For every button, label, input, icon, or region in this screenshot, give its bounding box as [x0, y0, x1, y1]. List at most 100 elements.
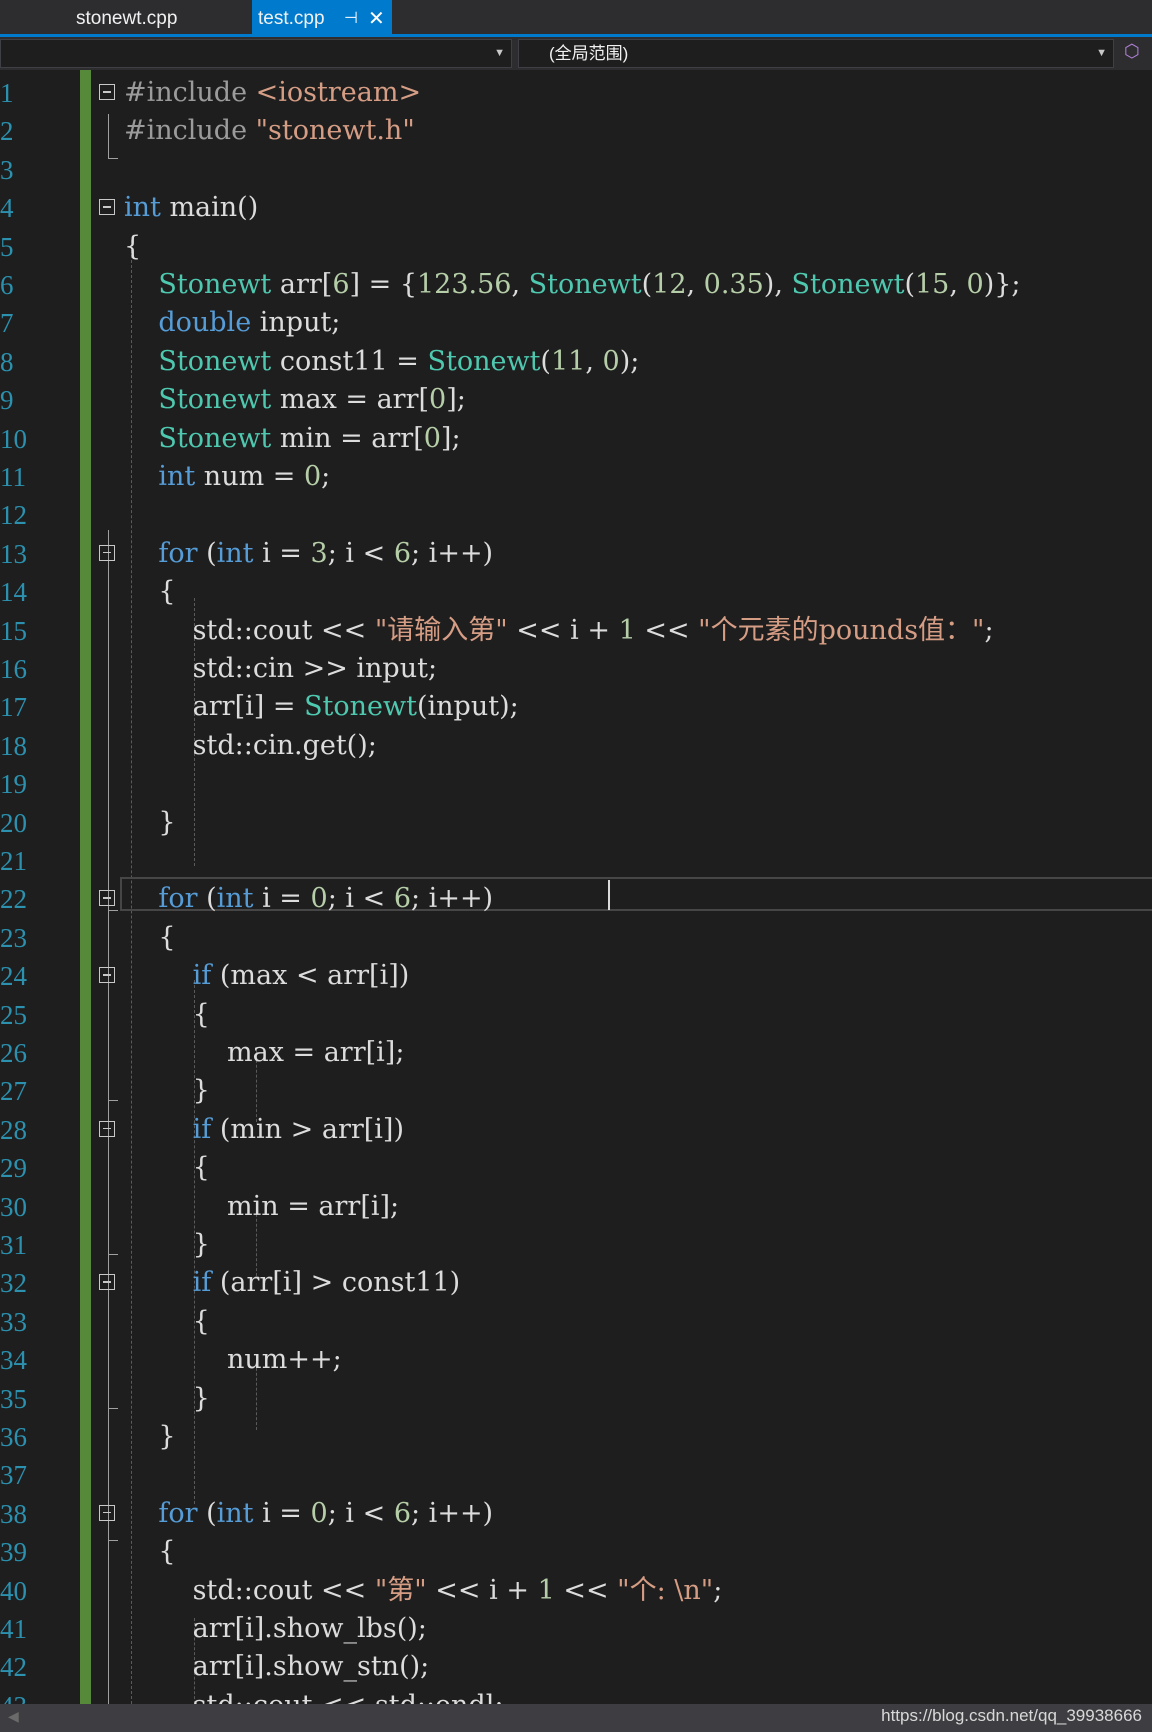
line-number: 40: [0, 1575, 27, 1606]
code-line[interactable]: 28 if (min > arr[i]): [0, 1111, 1152, 1149]
code-token: ; i++): [411, 537, 494, 569]
code-token: const11 =: [271, 345, 428, 377]
code-token: Stonewt: [528, 269, 642, 300]
code-line[interactable]: 17 arr[i] = Stonewt(input);: [0, 688, 1152, 726]
collapse-icon[interactable]: [99, 544, 115, 561]
code-text: Stonewt max = arr[0];: [124, 381, 466, 419]
line-number: 25: [0, 999, 27, 1030]
code-line[interactable]: 21: [0, 842, 1152, 880]
line-number: 15: [0, 615, 27, 646]
code-line[interactable]: 9 Stonewt max = arr[0];: [0, 381, 1152, 419]
code-line[interactable]: 39 {: [0, 1533, 1152, 1571]
member-cube-icon[interactable]: ⬡: [1124, 41, 1140, 62]
code-line[interactable]: 10 Stonewt min = arr[0];: [0, 420, 1152, 458]
code-line[interactable]: 7 double input;: [0, 304, 1152, 342]
code-line[interactable]: 5{: [0, 228, 1152, 266]
code-line[interactable]: 20 }: [0, 804, 1152, 842]
code-token: }: [124, 806, 176, 838]
code-token: Stonewt: [158, 269, 272, 300]
code-token: }: [124, 1229, 210, 1260]
line-number: 35: [0, 1383, 27, 1414]
code-line[interactable]: 33 {: [0, 1303, 1152, 1341]
line-number: 4: [0, 193, 14, 224]
code-line[interactable]: 27 }: [0, 1072, 1152, 1110]
code-line[interactable]: 40 std::cout << "第" << i + 1 << "个: \n";: [0, 1572, 1152, 1610]
code-token: ] = {: [349, 269, 418, 300]
code-text: Stonewt arr[6] = {123.56, Stonewt(12, 0.…: [124, 266, 1021, 304]
code-line[interactable]: 8 Stonewt const11 = Stonewt(11, 0);: [0, 343, 1152, 381]
tab-strip: stonewt.cpp test.cpp ⊣ ✕: [0, 0, 1152, 37]
code-line[interactable]: 42 arr[i].show_stn();: [0, 1648, 1152, 1686]
code-line[interactable]: 22 for (int i = 0; i < 6; i++): [0, 880, 1152, 918]
code-line[interactable]: 26 max = arr[i];: [0, 1034, 1152, 1072]
collapse-icon[interactable]: [99, 1274, 115, 1291]
close-icon[interactable]: ✕: [368, 0, 385, 38]
code-token: int: [124, 192, 161, 224]
code-text: std::cin >> input;: [124, 650, 437, 688]
code-token: (max < arr[i]): [211, 960, 410, 992]
code-token: arr[: [271, 269, 333, 300]
code-line[interactable]: 35 }: [0, 1380, 1152, 1418]
code-token: ; i++): [411, 1497, 494, 1529]
collapse-icon[interactable]: [99, 967, 115, 984]
code-line[interactable]: 41 arr[i].show_lbs();: [0, 1610, 1152, 1648]
collapse-icon[interactable]: [99, 1120, 115, 1137]
code-token: ),: [763, 269, 792, 300]
tab-stonewt-cpp[interactable]: stonewt.cpp: [76, 0, 246, 34]
code-line[interactable]: 3: [0, 151, 1152, 189]
code-line[interactable]: 14 {: [0, 573, 1152, 611]
code-line[interactable]: 36 }: [0, 1418, 1152, 1456]
code-line[interactable]: 34 num++;: [0, 1341, 1152, 1379]
code-line[interactable]: 32 if (arr[i] > const11): [0, 1264, 1152, 1302]
code-line[interactable]: 6 Stonewt arr[6] = {123.56, Stonewt(12, …: [0, 266, 1152, 304]
code-token: (: [540, 345, 551, 377]
code-token: max = arr[i];: [124, 1037, 405, 1068]
code-line[interactable]: 12: [0, 496, 1152, 534]
code-line[interactable]: 13 for (int i = 3; i < 6; i++): [0, 535, 1152, 573]
code-token: (min > arr[i]): [211, 1113, 404, 1145]
code-token: 0: [602, 345, 620, 377]
code-token: 6: [393, 537, 411, 569]
code-line[interactable]: 11 int num = 0;: [0, 458, 1152, 496]
code-line[interactable]: 23 {: [0, 919, 1152, 957]
code-token: 0: [429, 384, 447, 416]
code-line[interactable]: 25 {: [0, 996, 1152, 1034]
code-line[interactable]: 4 int main(): [0, 189, 1152, 227]
code-text: if (arr[i] > const11): [124, 1264, 461, 1302]
code-line[interactable]: 24 if (max < arr[i]): [0, 957, 1152, 995]
code-editor[interactable]: 1 #include <iostream> 2 #include "stonewt.h…: [0, 70, 1152, 1704]
code-text: int num = 0;: [124, 458, 330, 496]
code-line[interactable]: 16 std::cin >> input;: [0, 650, 1152, 688]
code-token: int: [216, 537, 254, 569]
code-text: double input;: [124, 304, 340, 342]
tab-test-cpp[interactable]: test.cpp ⊣ ✕: [252, 0, 392, 34]
code-line[interactable]: 1 #include <iostream>: [0, 74, 1152, 112]
line-number: 41: [0, 1614, 27, 1644]
code-line[interactable]: 38 for (int i = 0; i < 6; i++): [0, 1495, 1152, 1533]
line-number: 14: [0, 577, 27, 608]
code-line[interactable]: 2 #include "stonewt.h": [0, 112, 1152, 150]
code-line[interactable]: 30 min = arr[i];: [0, 1188, 1152, 1226]
code-token: for: [158, 883, 198, 915]
collapse-icon[interactable]: [99, 890, 115, 907]
collapse-icon[interactable]: [99, 199, 115, 216]
collapse-icon[interactable]: [99, 1504, 115, 1521]
code-line[interactable]: 37: [0, 1456, 1152, 1494]
code-token: )};: [983, 269, 1021, 300]
line-number: 6: [0, 270, 14, 300]
code-line[interactable]: 29 {: [0, 1149, 1152, 1187]
code-token: <<: [554, 1574, 618, 1606]
code-token: ;: [713, 1574, 723, 1606]
scope-dropdown[interactable]: (全局范围) ▼: [518, 39, 1114, 68]
code-text: }: [124, 1418, 175, 1456]
pin-icon[interactable]: ⊣: [344, 0, 358, 38]
code-line[interactable]: 31 }: [0, 1226, 1152, 1264]
collapse-icon[interactable]: [99, 84, 115, 100]
code-line[interactable]: 19: [0, 765, 1152, 803]
project-scope-dropdown[interactable]: ▼: [0, 39, 512, 68]
scroll-left-icon[interactable]: ◀: [8, 1708, 19, 1725]
code-token: Stonewt: [158, 422, 272, 454]
code-line[interactable]: 18 std::cin.get();: [0, 727, 1152, 765]
code-line[interactable]: 15 std::cout << "请输入第" << i + 1 << "个元素的…: [0, 612, 1152, 650]
